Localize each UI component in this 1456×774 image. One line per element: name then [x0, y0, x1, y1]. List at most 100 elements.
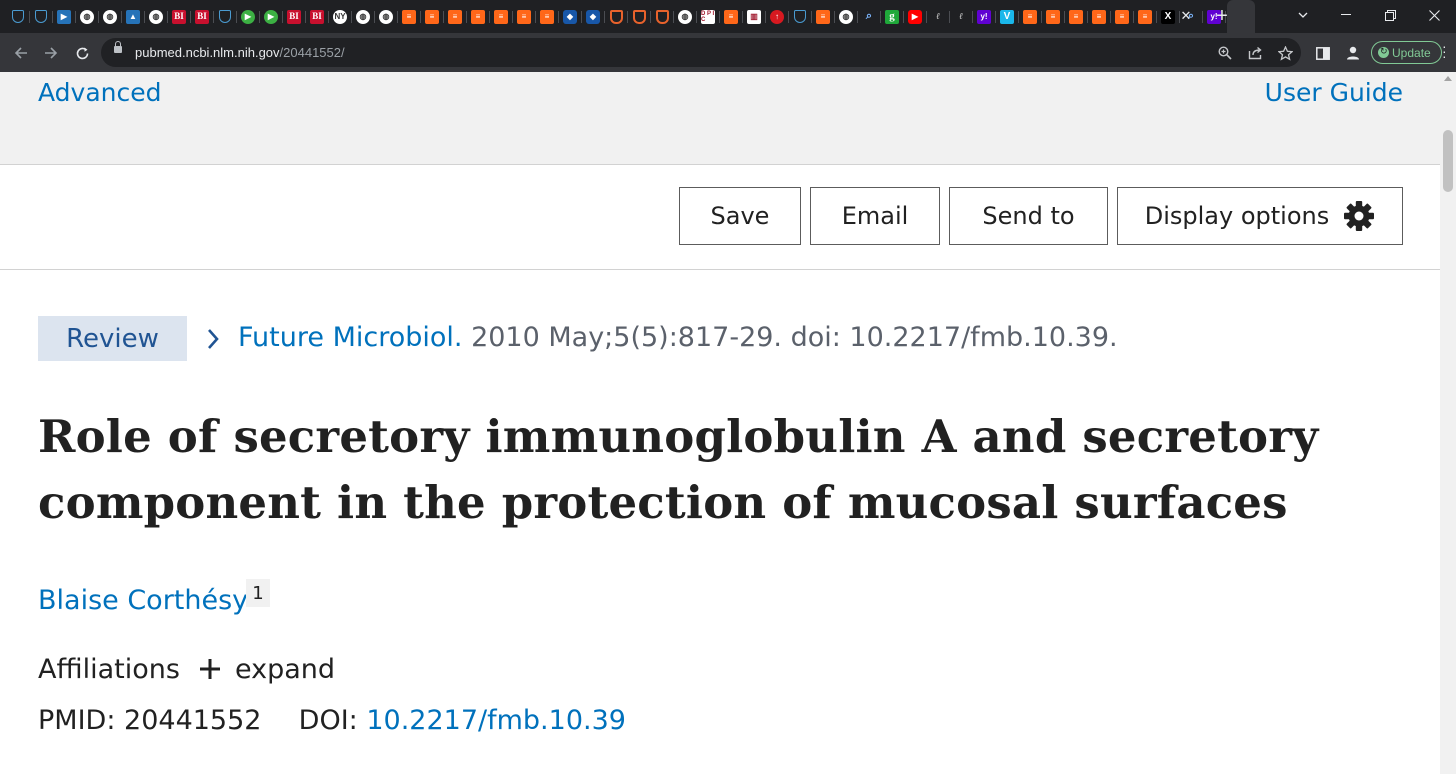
expand-affiliations-link[interactable]: expand: [235, 654, 335, 685]
browser-tab[interactable]: ◆: [583, 0, 605, 33]
user-guide-link[interactable]: User Guide: [1265, 78, 1403, 107]
forward-icon[interactable]: [38, 40, 64, 66]
browser-tab[interactable]: ◍: [675, 0, 697, 33]
bookmark-star-icon[interactable]: [1274, 42, 1296, 64]
browser-tab[interactable]: ≡: [813, 0, 835, 33]
new-tab-button[interactable]: +: [1210, 3, 1234, 29]
browser-tab[interactable]: ≡: [422, 0, 444, 33]
browser-tab[interactable]: ≡: [468, 0, 490, 33]
article-title: Role of secretory immunoglobulin A and s…: [38, 404, 1378, 536]
browser-tab[interactable]: ≡: [537, 0, 559, 33]
advanced-search-link[interactable]: Advanced: [38, 78, 162, 107]
substack-icon: ≡: [1046, 9, 1060, 24]
red-pin-icon: ↑: [770, 9, 784, 24]
browser-tab[interactable]: [652, 0, 674, 33]
browser-tab[interactable]: ≡: [1066, 0, 1088, 33]
chevron-right-icon[interactable]: [207, 328, 219, 350]
scrollbar-thumb[interactable]: [1443, 130, 1453, 192]
scroll-up-icon[interactable]: [1444, 76, 1452, 81]
lock-icon[interactable]: [114, 41, 122, 53]
browser-tab[interactable]: ℓ: [928, 0, 950, 33]
send-to-button[interactable]: Send to: [949, 187, 1108, 245]
tab-list: ▶ ◍ ◍ ▲ ◍ BI BI ▶ ▶ BI BI NY ◍ ◍ ≡ ≡ ≡ ≡ ≡ ≡ ≡ ◆ ◆ ◍ D P I C ≡ ▥ ↑ ≡…: [0, 0, 1258, 33]
browser-tab[interactable]: ▥: [744, 0, 766, 33]
browser-tab[interactable]: [31, 0, 53, 33]
browser-tab[interactable]: V: [997, 0, 1019, 33]
browser-tab[interactable]: ≡: [1020, 0, 1042, 33]
email-button[interactable]: Email: [810, 187, 940, 245]
browser-tab[interactable]: [606, 0, 628, 33]
browser-tab[interactable]: ⌕: [859, 0, 881, 33]
minimize-icon[interactable]: [1324, 0, 1368, 30]
browser-tab[interactable]: [215, 0, 237, 33]
browser-tab[interactable]: ◍: [100, 0, 122, 33]
browser-tab[interactable]: NY: [330, 0, 352, 33]
browser-tab[interactable]: ≡: [399, 0, 421, 33]
browser-tab[interactable]: ◍: [353, 0, 375, 33]
shield-icon: [12, 10, 24, 23]
back-icon[interactable]: [8, 40, 34, 66]
doi-link[interactable]: 10.2217/fmb.10.39: [366, 705, 626, 736]
browser-tab[interactable]: [629, 0, 651, 33]
browser-tab[interactable]: X: [1158, 0, 1180, 33]
dpic-icon: D P I C: [701, 9, 715, 24]
browser-tab[interactable]: ◍: [77, 0, 99, 33]
browser-tab[interactable]: ▶: [261, 0, 283, 33]
ublock-icon: [609, 9, 623, 24]
browser-tab[interactable]: ≡: [1043, 0, 1065, 33]
browser-tab[interactable]: ≡: [1089, 0, 1111, 33]
browser-tab[interactable]: [790, 0, 812, 33]
youtube-icon: ▶: [908, 9, 922, 24]
side-panel-icon[interactable]: [1312, 42, 1334, 64]
plus-icon[interactable]: [199, 658, 221, 680]
browser-tab[interactable]: ≡: [721, 0, 743, 33]
restore-icon[interactable]: [1368, 0, 1412, 30]
url-text[interactable]: pubmed.ncbi.nlm.nih.gov/20441552/: [135, 45, 345, 60]
browser-tab[interactable]: ↑: [767, 0, 789, 33]
update-button[interactable]: ↻ Update: [1371, 41, 1442, 64]
browser-tab[interactable]: BI: [169, 0, 191, 33]
globe-icon: ◍: [356, 9, 370, 24]
browser-tab[interactable]: ▶: [54, 0, 76, 33]
bi-icon: BI: [172, 9, 186, 24]
browser-tab[interactable]: BI: [192, 0, 214, 33]
ublock-icon: [655, 9, 669, 24]
browser-tab[interactable]: ≡: [1135, 0, 1157, 33]
browser-tab[interactable]: [8, 0, 30, 33]
author-link[interactable]: Blaise Corthésy: [38, 585, 248, 616]
display-options-button[interactable]: Display options: [1117, 187, 1403, 245]
browser-tab[interactable]: ◆: [560, 0, 582, 33]
browser-tab[interactable]: BI: [307, 0, 329, 33]
author-affiliation-number[interactable]: 1: [246, 579, 270, 607]
address-bar[interactable]: pubmed.ncbi.nlm.nih.gov/20441552/: [101, 38, 1301, 67]
menu-icon[interactable]: · · ·: [1442, 39, 1447, 63]
browser-tab[interactable]: ◍: [146, 0, 168, 33]
reload-icon[interactable]: [69, 40, 95, 66]
browser-tab[interactable]: ≡: [445, 0, 467, 33]
profile-icon[interactable]: [1342, 42, 1364, 64]
save-button[interactable]: Save: [679, 187, 801, 245]
browser-tab[interactable]: ≡: [514, 0, 536, 33]
cube-icon: ◆: [586, 9, 600, 24]
browser-tab[interactable]: y!: [974, 0, 996, 33]
journal-link[interactable]: Future Microbiol.: [238, 322, 462, 353]
browser-tab[interactable]: ℓ: [951, 0, 973, 33]
share-icon[interactable]: [1244, 42, 1266, 64]
browser-tab[interactable]: g: [882, 0, 904, 33]
browser-tab[interactable]: ▶: [905, 0, 927, 33]
browser-tab[interactable]: BI: [284, 0, 306, 33]
tab-search-icon[interactable]: [1281, 0, 1325, 30]
browser-tab[interactable]: ≡: [1112, 0, 1134, 33]
browser-tab[interactable]: ◍: [836, 0, 858, 33]
close-tab-icon[interactable]: ✕: [1176, 6, 1196, 26]
browser-tab[interactable]: ▶: [238, 0, 260, 33]
article-title-line-2: component in the protection of mucosal s…: [38, 476, 1288, 529]
browser-tab[interactable]: D P I C: [698, 0, 720, 33]
window-close-icon[interactable]: [1412, 0, 1456, 30]
browser-tab[interactable]: ≡: [491, 0, 513, 33]
page-scrollbar[interactable]: [1440, 72, 1456, 774]
zoom-icon[interactable]: [1214, 42, 1236, 64]
browser-tab[interactable]: ▲: [123, 0, 145, 33]
substack-icon: ≡: [1092, 9, 1106, 24]
browser-tab[interactable]: ◍: [376, 0, 398, 33]
